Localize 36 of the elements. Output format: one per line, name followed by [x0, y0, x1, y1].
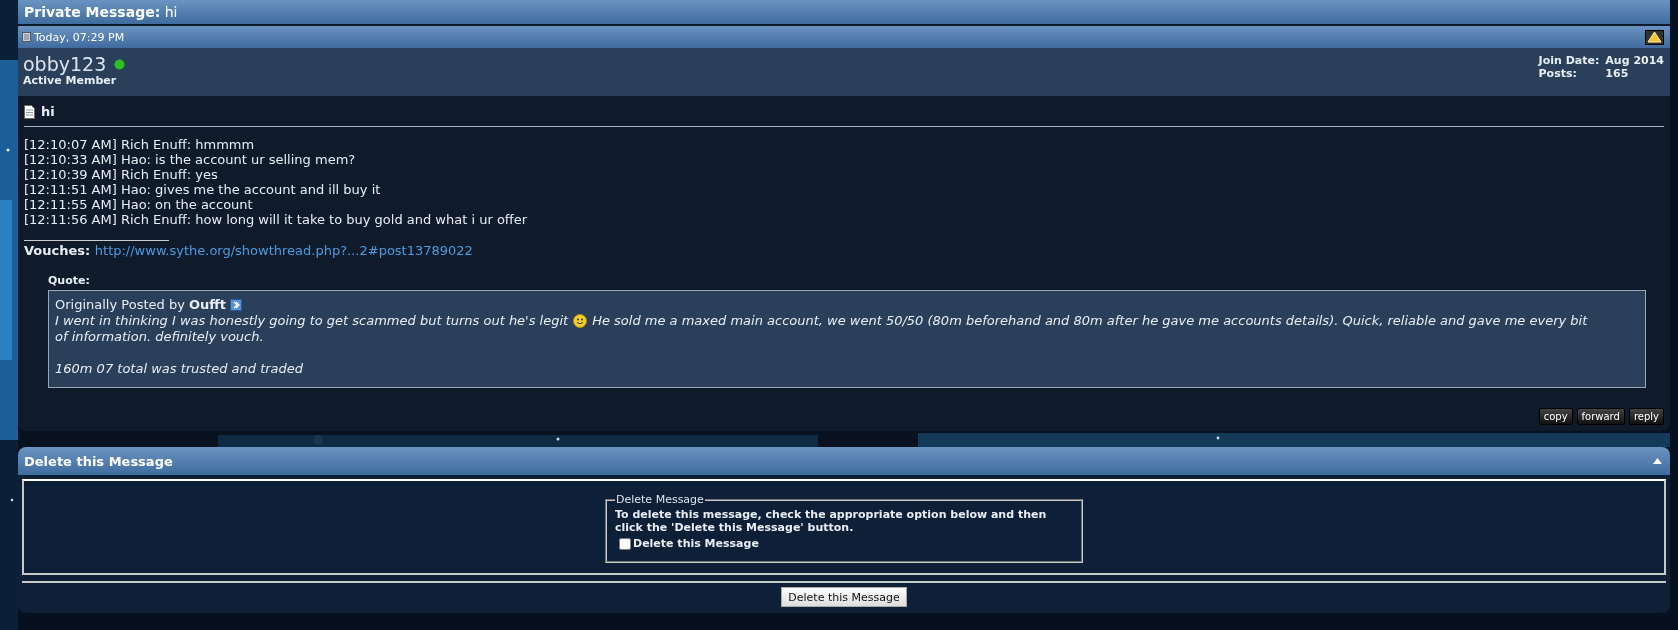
signature-link[interactable]: http://www.sythe.org/showthread.php?...2#post13789022	[94, 243, 473, 258]
document-icon	[24, 104, 35, 119]
stat-label: Join Date:	[1538, 54, 1600, 67]
chat-line: [12:10:07 AM] Rich Enuff: hmmmm	[24, 137, 256, 152]
delete-instructions: To delete this message, check the appropriate option below and then click the 'Delete this Message' button.	[615, 508, 1048, 534]
page-title: Private Message: hi	[24, 4, 178, 20]
checkbox-label: Delete this Message	[633, 537, 759, 550]
stat-value: 165	[1605, 67, 1630, 80]
post-action-button[interactable]: copy	[1538, 408, 1573, 425]
delete-button[interactable]: Delete this Message	[781, 587, 907, 607]
document-icon	[22, 32, 31, 42]
post-action-button[interactable]: forward	[1576, 408, 1625, 425]
delete-checkbox[interactable]	[619, 537, 631, 550]
signature-label: Vouches:	[24, 243, 91, 258]
collapse-icon[interactable]	[1653, 458, 1662, 464]
chat-line: [12:11:51 AM] Hao: gives me the account and ill buy it	[24, 182, 382, 197]
quote-label: Quote:	[48, 274, 91, 287]
message-subject: hi	[41, 104, 55, 119]
fieldset-legend: Delete Message	[615, 493, 705, 506]
stat-label: Posts:	[1538, 67, 1578, 80]
post-date: Today, 07:29 PM	[34, 30, 125, 44]
chat-line: [12:10:33 AM] Hao: is the account ur selling mem?	[24, 152, 357, 167]
quote-text: I went in thinking I was honestly going to get scammed but turns out he's legit	[55, 313, 569, 329]
smiley-icon	[573, 314, 588, 328]
quote-text: of information. definitely vouch.	[55, 329, 265, 345]
chat-line: [12:11:56 AM] Rich Enuff: how long will it take to buy gold and what i ur offer	[24, 212, 529, 227]
stat-value: Aug 2014	[1605, 54, 1664, 67]
arrow-icon[interactable]	[230, 299, 243, 311]
post-action-button[interactable]: reply	[1628, 408, 1664, 425]
quote-text: 160m 07 total was trusted and traded	[55, 361, 305, 377]
quote-text: He sold me a maxed main account, we went 50/50 (80m beforehand and 80m after he gave me accounts details). Quick, reliable and gave me every bit	[592, 313, 1588, 329]
chat-line: [12:10:39 AM] Rich Enuff: yes	[24, 167, 219, 182]
section-title: Delete this Message	[24, 453, 173, 469]
report-icon[interactable]	[1645, 29, 1664, 45]
chat-line: [12:11:55 AM] Hao: on the account	[24, 197, 254, 212]
quote-attribution: Originally Posted by Oufft	[55, 297, 227, 313]
